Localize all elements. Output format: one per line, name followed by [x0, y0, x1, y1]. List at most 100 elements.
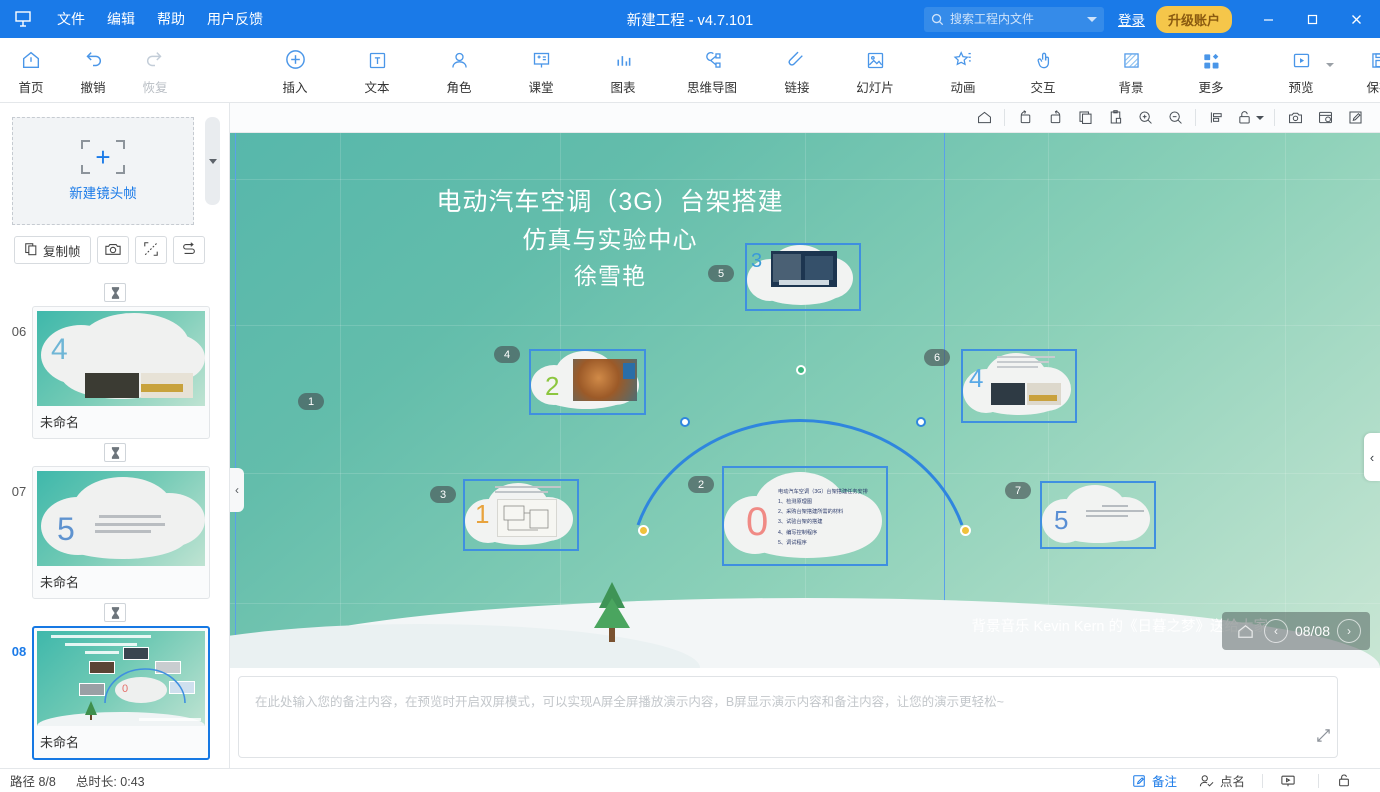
path-badge-3[interactable]: 3	[430, 486, 456, 503]
copy-frame-icon	[24, 242, 38, 259]
menu-help[interactable]: 帮助	[146, 0, 196, 38]
frame-card[interactable]: 0 未命名	[32, 626, 210, 760]
search-input[interactable]	[949, 12, 1082, 26]
menu-file[interactable]: 文件	[46, 0, 96, 38]
path-badge-1[interactable]: 1	[298, 393, 324, 410]
collapse-frames-panel-button[interactable]: ‹	[230, 468, 244, 512]
cloud-object-center[interactable]: 0 电动汽车空调（3G）台架搭建任务安排 1、检测原理图 2、采购台架搭建所需的…	[722, 466, 888, 566]
cloud-object-3[interactable]: 3	[745, 243, 861, 311]
search-box[interactable]	[923, 6, 1104, 32]
upgrade-account-button[interactable]: 升级账户	[1155, 5, 1232, 33]
home-icon	[20, 45, 42, 71]
pager-next-button[interactable]: ›	[1337, 619, 1362, 643]
expand-arrow-icon[interactable]	[1316, 728, 1331, 747]
notes-input[interactable]: 在此处输入您的备注内容，在预览时开启双屏模式，可以实现A屏全屏播放演示内容，B屏…	[238, 676, 1338, 758]
toolbar-preview[interactable]: 预览	[1270, 39, 1334, 101]
pager-prev-button[interactable]: ‹	[1263, 619, 1288, 643]
path-count-label: 路径 8/8	[10, 775, 56, 789]
toolbar-classroom[interactable]: 课堂	[510, 39, 572, 101]
toolbar-classroom-label: 课堂	[528, 80, 554, 95]
rotate-left-icon[interactable]	[1010, 105, 1040, 131]
app-logo-icon[interactable]	[0, 0, 46, 38]
duplicate-frame-button[interactable]: 复制帧	[14, 236, 91, 264]
home-outline-icon[interactable]	[969, 105, 999, 131]
menu-edit[interactable]: 编辑	[96, 0, 146, 38]
cloud-1-number: 1	[475, 499, 490, 529]
align-icon[interactable]	[1201, 105, 1231, 131]
path-node-left[interactable]	[680, 417, 690, 427]
expand-right-panel-button[interactable]: ‹	[1364, 433, 1380, 481]
frame-timing-button[interactable]	[104, 443, 126, 462]
window-close-button[interactable]	[1334, 0, 1378, 38]
window-maximize-button[interactable]	[1290, 0, 1334, 38]
frame-name[interactable]: 未命名	[37, 406, 205, 438]
frame-card[interactable]: 5 未命名	[32, 466, 210, 599]
menu-feedback[interactable]: 用户反馈	[196, 0, 274, 38]
toolbar-background[interactable]: 背景	[1100, 39, 1162, 101]
toolbar-home-label: 首页	[18, 80, 44, 95]
unlock-icon[interactable]	[1231, 105, 1269, 131]
zoom-in-icon[interactable]	[1130, 105, 1160, 131]
toolbar-more[interactable]: 更多	[1180, 39, 1242, 101]
classroom-icon	[531, 45, 552, 71]
path-badge-4[interactable]: 4	[494, 346, 520, 363]
frame-name[interactable]: 未命名	[37, 566, 205, 598]
frame-timing-button[interactable]	[104, 603, 126, 622]
toolbar-interaction[interactable]: 交互	[1012, 39, 1074, 101]
window-minimize-button[interactable]	[1246, 0, 1290, 38]
rotate-right-icon[interactable]	[1040, 105, 1070, 131]
paste-icon[interactable]	[1100, 105, 1130, 131]
frame-name[interactable]: 未命名	[37, 726, 205, 758]
frames-list[interactable]: 06 4 未命名 07 5 未命名 08 0 未命名	[0, 279, 230, 792]
screenshot-icon[interactable]	[1280, 105, 1310, 131]
cloud-object-2[interactable]: 2	[529, 349, 646, 415]
path-node-end[interactable]	[960, 525, 971, 536]
frame-item-08[interactable]: 08 0 未命名	[0, 626, 230, 760]
zoom-out-icon[interactable]	[1160, 105, 1190, 131]
frame-card[interactable]: 4 未命名	[32, 306, 210, 439]
path-node-right[interactable]	[916, 417, 926, 427]
toolbar-redo[interactable]: 恢复	[124, 39, 186, 101]
frame-timing-button[interactable]	[104, 283, 126, 302]
edit-pencil-icon[interactable]	[1340, 105, 1370, 131]
slide-stage[interactable]: 电动汽车空调（3G）台架搭建 仿真与实验中心 徐雪艳 1 2 3 4 5 6 7…	[230, 133, 1380, 668]
toolbar-text[interactable]: 文本	[346, 39, 408, 101]
path-badge-5[interactable]: 5	[708, 265, 734, 282]
presenter-screen-button[interactable]	[1271, 769, 1310, 792]
capture-frame-button[interactable]	[96, 236, 129, 264]
toolbar-link[interactable]: 链接	[766, 39, 828, 101]
toolbar-chart[interactable]: 图表	[592, 39, 654, 101]
cloud-object-1[interactable]: 1	[463, 479, 579, 551]
path-badge-7[interactable]: 7	[1005, 482, 1031, 499]
toolbar-animation[interactable]: 动画	[932, 39, 994, 101]
toolbar-slide[interactable]: 幻灯片	[844, 39, 906, 101]
frame-item-06[interactable]: 06 4 未命名	[0, 306, 230, 439]
toolbar-home[interactable]: 首页	[0, 39, 62, 101]
notes-toggle-button[interactable]: 备注	[1122, 769, 1186, 792]
lock-button[interactable]	[1327, 769, 1366, 792]
pager-home-icon[interactable]	[1230, 616, 1260, 646]
login-link[interactable]: 登录	[1118, 9, 1145, 29]
toolbar-mindmap[interactable]: 思维导图	[674, 39, 750, 101]
cloud-object-5[interactable]: 5	[1040, 481, 1156, 549]
frame-number: 07	[11, 484, 27, 499]
frames-scroll-down-button[interactable]	[205, 117, 220, 205]
copy-icon[interactable]	[1070, 105, 1100, 131]
toolbar-save[interactable]: 保存	[1348, 39, 1380, 101]
toolbar-insert[interactable]: 插入	[264, 39, 326, 101]
chevron-down-icon[interactable]	[1086, 16, 1097, 22]
pager-label: 08/08	[1294, 623, 1331, 639]
toolbar-undo[interactable]: 撤销	[62, 39, 124, 101]
roll-call-button[interactable]: 点名	[1190, 769, 1254, 792]
chevron-down-icon[interactable]	[1256, 115, 1264, 120]
path-node-top[interactable]	[796, 365, 806, 375]
fit-frame-button[interactable]	[134, 236, 167, 264]
toolbar-character[interactable]: 角色	[428, 39, 490, 101]
new-frame-button[interactable]: + 新建镜头帧	[12, 117, 194, 225]
frame-item-07[interactable]: 07 5 未命名	[0, 466, 230, 599]
frame-record-icon[interactable]	[1310, 105, 1340, 131]
reorder-path-button[interactable]	[172, 236, 205, 264]
chevron-down-icon[interactable]	[1326, 63, 1334, 67]
cloud-object-4[interactable]: 4	[961, 349, 1077, 423]
path-node-start[interactable]	[638, 525, 649, 536]
